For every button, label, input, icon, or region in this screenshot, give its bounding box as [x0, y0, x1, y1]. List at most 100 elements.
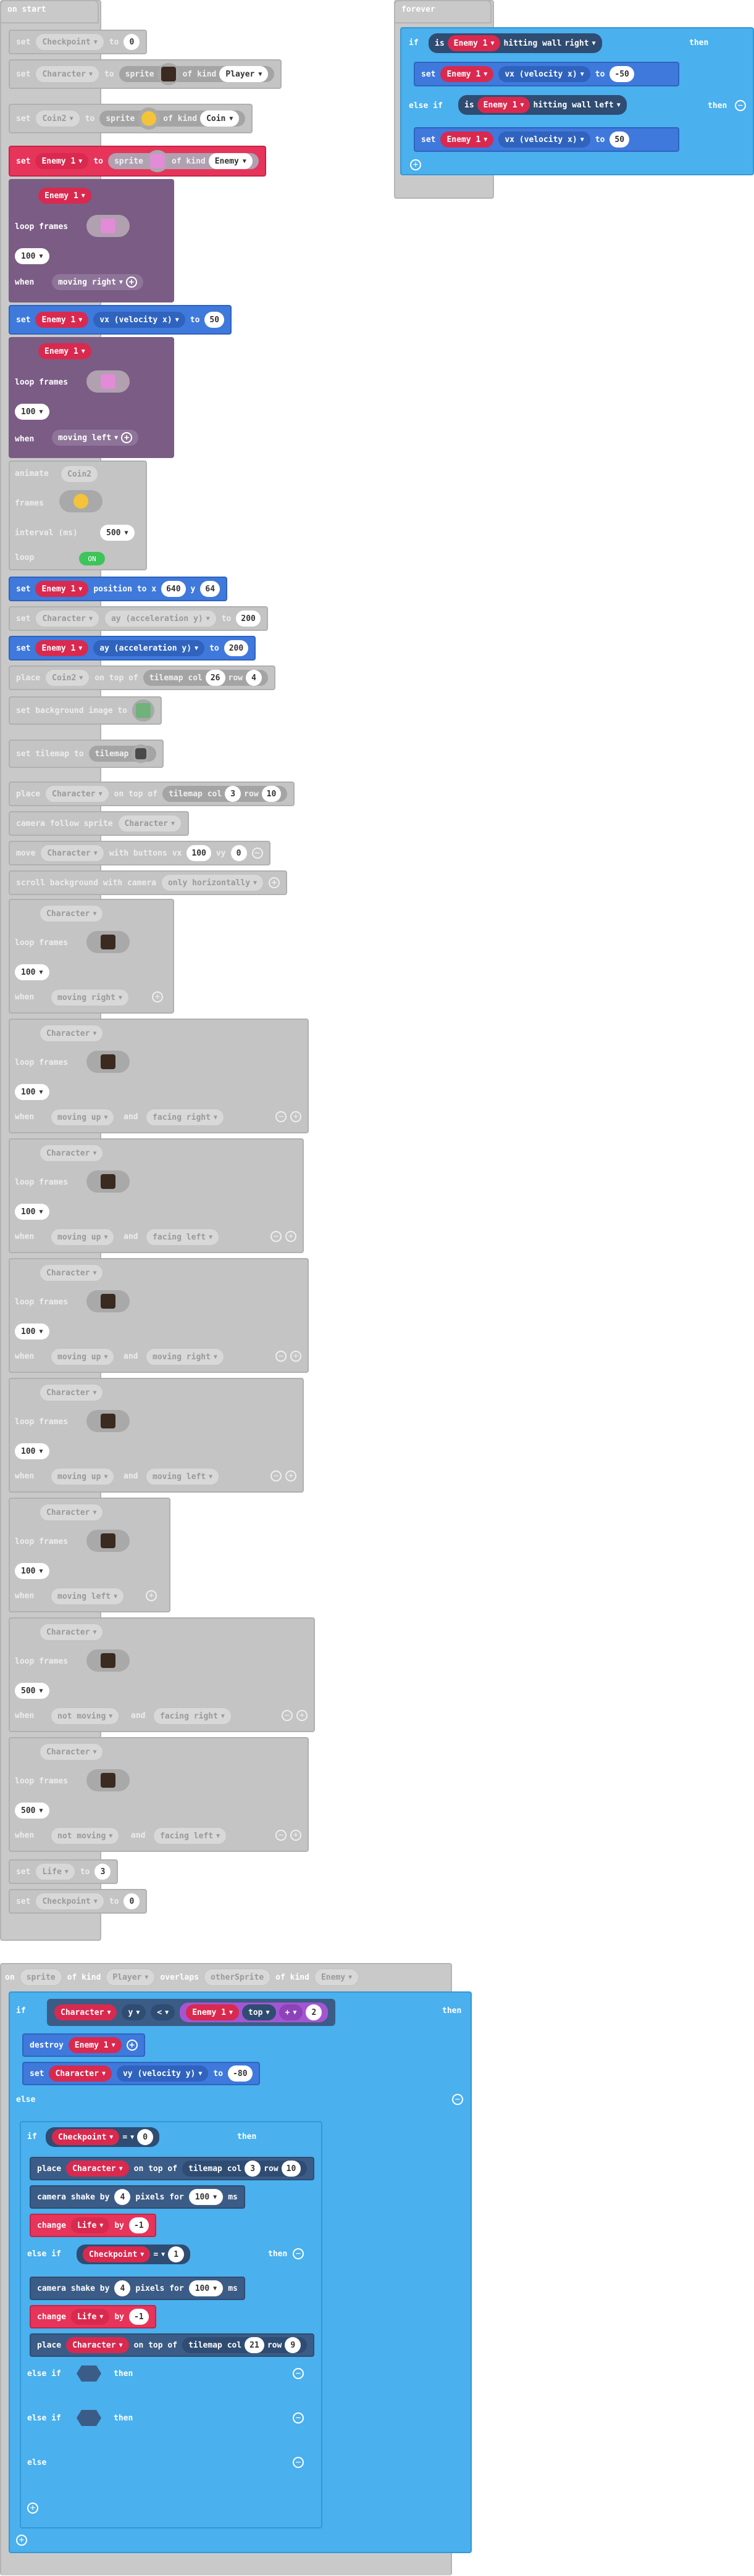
set-life-block[interactable]: set Life ▼ to 3	[9, 1859, 119, 1884]
change-life-block-2[interactable]: change Life ▼ by -1	[30, 2305, 156, 2328]
add-icon[interactable]: +	[290, 1351, 301, 1362]
interval-dropdown[interactable]: 100 ▼	[15, 964, 49, 980]
x-value[interactable]: 640	[161, 581, 186, 597]
y-value[interactable]: 64	[200, 581, 220, 597]
set-vx-neg-block[interactable]: set Enemy 1 ▼ vx (velocity x) ▼ to -50	[414, 62, 679, 86]
interval-dropdown[interactable]: 500 ▼	[15, 1803, 49, 1819]
set-vx-pos-block[interactable]: set Enemy 1 ▼ vx (velocity x) ▼ to 50	[414, 127, 679, 152]
background-image-icon[interactable]	[132, 699, 155, 722]
kind-dropdown[interactable]: Coin ▼	[200, 110, 240, 127]
hitting-wall-left-condition[interactable]: is Enemy 1 ▼ hitting wall left ▼	[458, 95, 627, 115]
kind2-dropdown[interactable]: Enemy ▼	[314, 1969, 359, 1986]
enemy-anim-block-2[interactable]: Enemy 1 ▼ loop frames 100 ▼ when moving le…	[9, 337, 174, 458]
set-enemy-block[interactable]: set Enemy 1 ▼ to sprite of kind Enemy ▼	[9, 146, 266, 177]
set-coin-block[interactable]: set Coin2 ▼ to sprite of kind Coin ▼	[9, 104, 253, 133]
destroy-block[interactable]: destroy Enemy 1 ▼ +	[22, 2033, 145, 2057]
interval-dropdown[interactable]: 500 ▼	[15, 1683, 49, 1699]
character-frames-icon[interactable]	[86, 1649, 130, 1672]
set-checkpoint-block[interactable]: set Checkpoint ▼ to 0	[9, 30, 148, 54]
overlap-hat[interactable]: on sprite of kind Player ▼ overlaps other…	[0, 1963, 364, 1991]
vx-value[interactable]: 50	[609, 131, 630, 148]
remove-icon[interactable]: −	[270, 1231, 282, 1242]
remove-icon[interactable]: −	[735, 100, 746, 111]
character-var-dropdown[interactable]: Character ▼	[35, 65, 99, 83]
checkpoint-var-dropdown[interactable]: Checkpoint ▼	[35, 1893, 104, 1910]
add-icon[interactable]: +	[146, 1590, 157, 1601]
add-icon[interactable]: +	[290, 1830, 301, 1841]
sprite-reporter[interactable]: sprite of kind Coin ▼	[99, 107, 246, 130]
vx-value[interactable]: 100	[186, 845, 211, 861]
animate-coin-block[interactable]: animate Coin2 frames interval (ms) 500 ▼ …	[9, 461, 147, 570]
sprite-reporter[interactable]: sprite of kind Player ▼	[119, 63, 275, 85]
set-background-image-block[interactable]: set background image to	[9, 696, 162, 725]
character-anim-block[interactable]: Character ▼ loop frames 100 ▼ when moving righ…	[9, 899, 174, 1014]
sprite-dropdown[interactable]: Enemy 1 ▼	[35, 312, 89, 328]
empty-condition-slot[interactable]	[77, 2410, 101, 2426]
set-checkpoint-block-2[interactable]: set Checkpoint ▼ to 0	[9, 1889, 148, 1914]
anim-sprite-dropdown[interactable]: Character ▼	[40, 1743, 104, 1761]
interval-dropdown[interactable]: 100 ▼	[15, 404, 49, 420]
interval-dropdown[interactable]: 100 ▼	[15, 1323, 49, 1340]
camera-shake-block-2[interactable]: camera shake by 4 pixels for 100 ▼ ms	[30, 2277, 245, 2300]
remove-icon[interactable]: −	[282, 1710, 293, 1721]
sprite-dropdown[interactable]: Coin2	[61, 465, 99, 483]
change-life-block-1[interactable]: change Life ▼ by -1	[30, 2214, 156, 2237]
remove-icon[interactable]: −	[275, 1830, 287, 1841]
remove-icon[interactable]: −	[293, 2368, 304, 2379]
enemy-image-icon[interactable]	[146, 150, 169, 172]
checkpoint-eq-0-condition[interactable]: Checkpoint ▼ = ▼ 0	[46, 2127, 160, 2147]
checkpoint-var-dropdown[interactable]: Checkpoint ▼	[35, 33, 104, 51]
scroll-background-block[interactable]: scroll background with camera only horiz…	[9, 870, 288, 895]
character-anim-block[interactable]: Character ▼ loop frames 100 ▼ when moving up ▼ a…	[9, 1019, 309, 1133]
forever-hat[interactable]: forever	[394, 0, 492, 23]
state2-dropdown[interactable]: facing left ▼	[153, 1827, 227, 1844]
property-dropdown[interactable]: ay (acceleration y) ▼	[104, 610, 217, 627]
character-frames-icon[interactable]	[86, 1170, 130, 1193]
add-icon[interactable]: +	[126, 2040, 138, 2051]
state2-dropdown[interactable]: facing right ▼	[146, 1109, 224, 1126]
add-icon[interactable]: +	[27, 2503, 38, 2514]
sprite-dropdown[interactable]: Character ▼	[45, 785, 109, 802]
add-icon[interactable]: +	[152, 991, 163, 1002]
loop-toggle[interactable]: ON	[79, 552, 105, 565]
coin-var-dropdown[interactable]: Coin2 ▼	[35, 110, 80, 127]
tilemap-reporter[interactable]: tilemap col 3 row 10	[162, 786, 288, 802]
property-dropdown[interactable]: ay (acceleration y) ▼	[93, 640, 205, 656]
coin-frames-icon[interactable]	[59, 490, 103, 512]
set-enemy-ay-block[interactable]: set Enemy 1 ▼ ay (acceleration y) ▼ to 200	[9, 636, 256, 661]
tilemap-icon[interactable]	[132, 744, 151, 763]
interval-dropdown[interactable]: 100 ▼	[15, 1204, 49, 1220]
add-icon[interactable]: +	[285, 1470, 296, 1482]
interval-dropdown[interactable]: 100 ▼	[15, 248, 49, 264]
anim-sprite-dropdown[interactable]: Character ▼	[40, 1144, 104, 1162]
enemy-var-dropdown[interactable]: Enemy 1 ▼	[35, 153, 89, 169]
remove-icon[interactable]: −	[293, 2412, 304, 2424]
hitting-wall-right-condition[interactable]: is Enemy 1 ▼ hitting wall right ▼	[429, 33, 602, 53]
state-dropdown[interactable]: moving up ▼	[51, 1468, 115, 1485]
coin-image-icon[interactable]	[138, 107, 161, 130]
scroll-mode-dropdown[interactable]: only horizontally ▼	[161, 874, 264, 891]
enemy-anim-block-1[interactable]: Enemy 1 ▼ loop frames 100 ▼ when moving ri…	[9, 179, 174, 302]
character-frames-icon[interactable]	[86, 931, 130, 953]
character-anim-block[interactable]: Character ▼ loop frames 100 ▼ when moving up ▼ a…	[9, 1138, 304, 1253]
state-dropdown[interactable]: moving up ▼	[51, 1109, 115, 1126]
add-icon[interactable]: +	[121, 432, 133, 443]
sprite-param[interactable]: sprite	[19, 1969, 62, 1986]
anim-frames-icon[interactable]	[86, 215, 130, 237]
other-sprite-param[interactable]: otherSprite	[204, 1969, 271, 1986]
character-frames-icon[interactable]	[86, 1410, 130, 1432]
y-less-than-condition[interactable]: Character ▼ y ▼ < ▼ Enemy 1 ▼ top ▼ + ▼ 2	[47, 1999, 336, 2026]
remove-icon[interactable]: −	[293, 2248, 304, 2259]
row-value[interactable]: 10	[261, 786, 282, 802]
character-anim-block[interactable]: Character ▼ loop frames 100 ▼ when moving left…	[9, 1498, 170, 1612]
state-dropdown[interactable]: not moving ▼	[51, 1707, 120, 1725]
remove-icon[interactable]: −	[275, 1111, 287, 1122]
add-icon[interactable]: +	[290, 1111, 301, 1122]
add-icon[interactable]: +	[125, 277, 137, 288]
character-anim-block[interactable]: Character ▼ loop frames 100 ▼ when moving up ▼ a…	[9, 1378, 304, 1493]
state-dropdown[interactable]: not moving ▼	[51, 1827, 120, 1844]
character-anim-block[interactable]: Character ▼ loop frames 500 ▼ when not moving ▼…	[9, 1737, 309, 1852]
state-dropdown[interactable]: moving left ▼ +	[52, 430, 139, 446]
remove-icon[interactable]: −	[293, 2457, 304, 2468]
sprite-dropdown[interactable]: Character ▼	[40, 844, 104, 862]
